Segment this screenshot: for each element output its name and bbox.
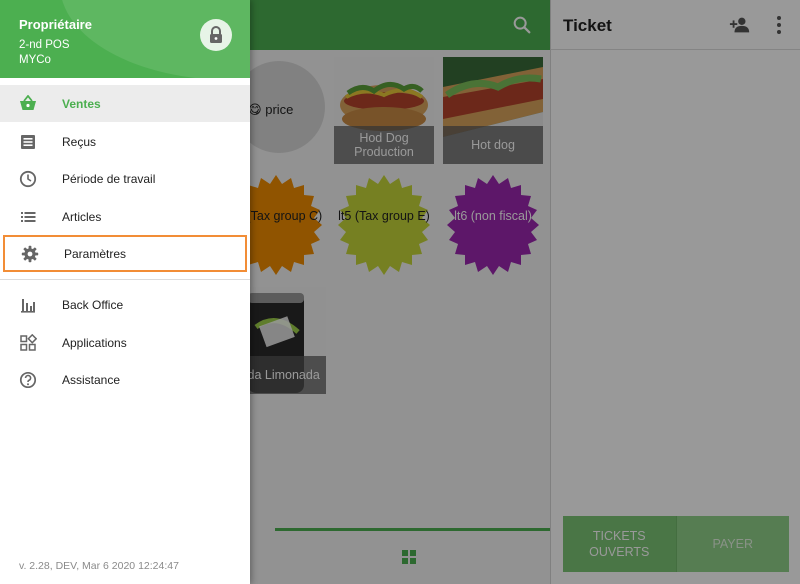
navigation-drawer: Propriétaire 2-nd POS MYCo Ventes Reçus (0, 0, 250, 584)
nav-item-ventes[interactable]: Ventes (0, 85, 250, 122)
nav-label: Assistance (62, 372, 121, 387)
nav-label: Back Office (62, 297, 124, 312)
lock-icon (210, 26, 222, 43)
drawer-header: Propriétaire 2-nd POS MYCo (0, 0, 250, 78)
nav-label: Paramètres (64, 246, 127, 261)
nav-label: Articles (62, 209, 102, 224)
apps-icon (20, 333, 37, 351)
pos-name: 2-nd POS (19, 39, 70, 51)
nav-label: Période de travail (62, 171, 156, 186)
owner-name: Propriétaire (19, 17, 92, 32)
nav-item-back-office[interactable]: Back Office (0, 286, 250, 323)
bar-chart-icon (21, 298, 35, 313)
nav-item-periode-de-travail[interactable]: Période de travail (0, 160, 250, 197)
store-name: MYCo (19, 54, 51, 66)
nav-item-assistance[interactable]: Assistance (0, 361, 250, 398)
lock-button[interactable] (200, 19, 232, 51)
clock-icon (19, 170, 37, 187)
app-version: v. 2.28, DEV, Mar 6 2020 12:24:47 (19, 560, 179, 572)
drawer-divider (0, 279, 250, 280)
help-icon (19, 371, 37, 388)
nav-label: Reçus (62, 134, 97, 149)
nav-label: Applications (62, 335, 127, 350)
nav-item-applications[interactable]: Applications (0, 324, 250, 361)
nav-label: Ventes (62, 96, 101, 111)
receipt-icon (21, 134, 35, 149)
basket-icon (20, 94, 36, 110)
gear-icon (21, 245, 39, 262)
nav-item-articles[interactable]: Articles (0, 198, 250, 235)
list-icon (21, 211, 36, 222)
nav-item-parametres[interactable]: Paramètres (3, 235, 247, 272)
nav-item-recus[interactable]: Reçus (0, 123, 250, 160)
